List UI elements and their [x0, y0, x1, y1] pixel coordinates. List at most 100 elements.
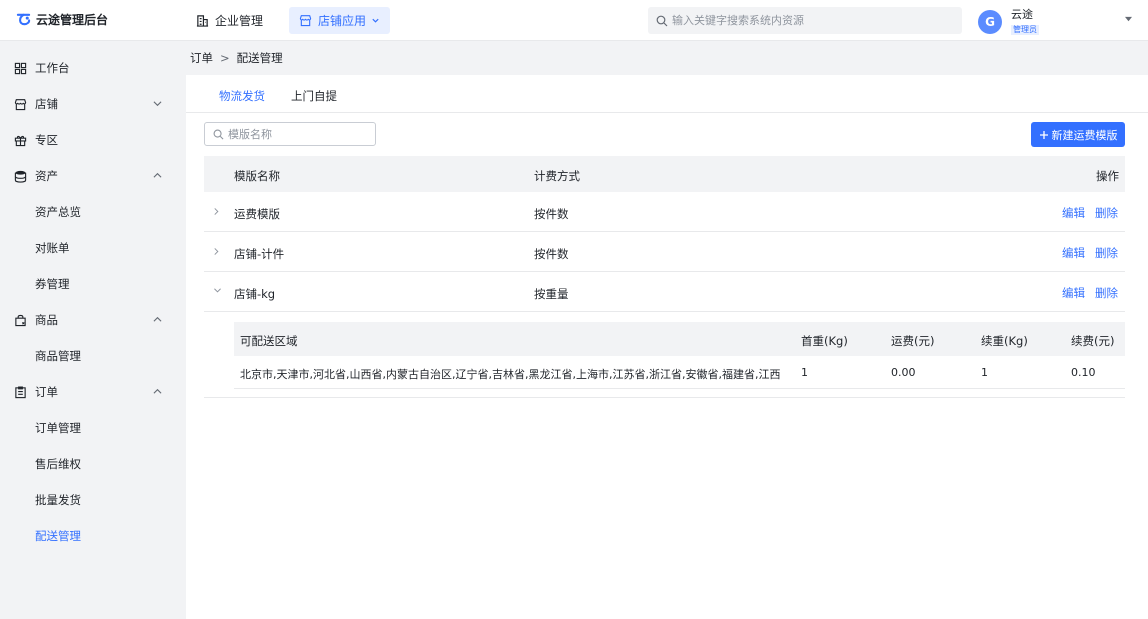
sidebar-item-label: 工作台 — [35, 61, 70, 75]
plus-icon — [1039, 130, 1048, 139]
user-menu[interactable]: G 云途 管理员 — [978, 8, 1039, 35]
chevron-up-icon — [153, 172, 162, 178]
sidebar-sub-label: 订单管理 — [35, 421, 81, 435]
store-icon — [299, 15, 312, 27]
chevron-down-icon — [372, 18, 379, 23]
topnav-store-apps-label: 店铺应用 — [318, 14, 367, 28]
chevron-up-icon — [153, 388, 162, 394]
row-billing: 按重量 — [534, 287, 569, 301]
topnav-store-apps[interactable]: 店铺应用 — [289, 7, 391, 34]
row-template-name: 店铺-kg — [234, 287, 276, 301]
edit-link[interactable]: 编辑 — [1062, 245, 1085, 261]
table-row: 店铺-kg 按重量 编辑 删除 — [204, 272, 1125, 312]
sidebar-sub-order-manage[interactable]: 订单管理 — [0, 410, 186, 446]
breadcrumb-current: 配送管理 — [236, 51, 283, 65]
delete-link[interactable]: 删除 — [1095, 205, 1118, 221]
sidebar-sub-after-sale[interactable]: 售后维权 — [0, 446, 186, 482]
sidebar-sub-label: 对账单 — [35, 241, 70, 255]
detail-extra-weight: 1 — [981, 366, 988, 379]
grid-icon — [14, 62, 27, 74]
chevron-right-icon[interactable] — [213, 207, 220, 216]
top-nav: 企业管理 店铺应用 — [186, 7, 406, 34]
detail-extra-fee: 0.10 — [1071, 366, 1096, 379]
sidebar-sub-label: 商品管理 — [35, 349, 81, 363]
user-info: 云途 管理员 — [1011, 8, 1039, 35]
sidebar-item-label: 商品 — [35, 313, 58, 327]
table-row: 运费模版 按件数 编辑 删除 — [204, 192, 1125, 232]
row-billing: 按件数 — [534, 207, 569, 221]
detail-region: 北京市,天津市,河北省,山西省,内蒙古自治区,辽宁省,吉林省,黑龙江省,上海市,… — [240, 368, 780, 381]
search-input[interactable] — [672, 14, 952, 27]
sidebar: 工作台 店铺 专区 资产 资产总览 对账单 券管理 商品 商品管理 订单 订单管… — [0, 41, 186, 619]
top-bar: 云途管理后台 企业管理 店铺应用 G 云途 管理员 — [0, 0, 1148, 41]
building-icon — [196, 15, 209, 27]
detail-header: 可配送区域 首重(Kg) 运费(元) 续重(Kg) 续费(元) — [234, 322, 1125, 356]
chevron-right-icon[interactable] — [213, 247, 220, 256]
sidebar-sub-goods-manage[interactable]: 商品管理 — [0, 338, 186, 374]
topnav-enterprise-label: 企业管理 — [215, 14, 264, 28]
row-billing: 按件数 — [534, 247, 569, 261]
breadcrumb-parent[interactable]: 订单 — [190, 50, 213, 66]
app-logo[interactable]: 云途管理后台 — [16, 11, 108, 28]
chevron-down-icon — [153, 101, 162, 107]
shop-icon — [14, 98, 27, 110]
user-name: 云途 — [1011, 8, 1033, 21]
tab-logistics[interactable]: 物流发货 — [219, 88, 265, 104]
table-row: 店铺-计件 按件数 编辑 删除 — [204, 232, 1125, 272]
global-search[interactable] — [648, 7, 962, 34]
sidebar-sub-label: 售后维权 — [35, 457, 81, 471]
logo-icon — [16, 13, 31, 26]
bag-icon — [15, 314, 26, 326]
topnav-enterprise[interactable]: 企业管理 — [186, 7, 273, 34]
row-template-name: 运费模版 — [234, 207, 280, 221]
detail-first-weight: 1 — [801, 366, 808, 379]
tab-bar: 物流发货 上门自提 — [186, 75, 1148, 113]
tab-pickup[interactable]: 上门自提 — [291, 88, 337, 104]
search-icon — [213, 129, 224, 139]
new-template-button[interactable]: 新建运费模版 — [1031, 122, 1125, 147]
detail-row: 北京市,天津市,河北省,山西省,内蒙古自治区,辽宁省,吉林省,黑龙江省,上海市,… — [234, 356, 1125, 389]
sidebar-item-label: 专区 — [35, 133, 58, 147]
sidebar-sub-label: 配送管理 — [35, 529, 81, 543]
caret-down-icon[interactable] — [1124, 16, 1133, 23]
row-template-name: 店铺-计件 — [234, 247, 285, 261]
sidebar-item-label: 资产 — [35, 169, 58, 183]
expanded-detail: 可配送区域 首重(Kg) 运费(元) 续重(Kg) 续费(元) 北京市,天津市,… — [204, 313, 1125, 398]
template-name-input[interactable] — [228, 127, 368, 141]
sidebar-sub-label: 资产总览 — [35, 205, 81, 219]
delete-link[interactable]: 删除 — [1095, 285, 1118, 301]
sidebar-item-zone[interactable]: 专区 — [0, 122, 186, 158]
sidebar-item-shop[interactable]: 店铺 — [0, 86, 186, 122]
col-extra-weight: 续重(Kg) — [981, 334, 1028, 348]
new-template-label: 新建运费模版 — [1051, 129, 1118, 142]
sidebar-sub-coupons[interactable]: 券管理 — [0, 266, 186, 302]
sidebar-sub-statement[interactable]: 对账单 — [0, 230, 186, 266]
search-icon — [656, 15, 668, 26]
sidebar-sub-asset-overview[interactable]: 资产总览 — [0, 194, 186, 230]
sidebar-item-workbench[interactable]: 工作台 — [0, 50, 186, 86]
table-header: 模版名称 计费方式 操作 — [204, 156, 1125, 192]
app-title: 云途管理后台 — [36, 13, 109, 27]
user-role-badge: 管理员 — [1011, 25, 1039, 35]
breadcrumb-separator: > — [220, 51, 230, 65]
sidebar-item-orders[interactable]: 订单 — [0, 374, 186, 410]
col-fee: 运费(元) — [891, 334, 935, 348]
edit-link[interactable]: 编辑 — [1062, 285, 1085, 301]
col-first-weight: 首重(Kg) — [801, 334, 848, 348]
sidebar-item-label: 订单 — [35, 385, 58, 399]
sidebar-item-label: 店铺 — [35, 97, 58, 111]
sidebar-sub-batch-ship[interactable]: 批量发货 — [0, 482, 186, 518]
sidebar-sub-label: 券管理 — [35, 277, 70, 291]
delete-link[interactable]: 删除 — [1095, 245, 1118, 261]
sidebar-sub-delivery[interactable]: 配送管理 — [0, 518, 186, 554]
avatar[interactable]: G — [978, 9, 1002, 34]
sidebar-item-goods[interactable]: 商品 — [0, 302, 186, 338]
gift-icon — [14, 135, 27, 146]
database-icon — [14, 170, 27, 183]
col-billing: 计费方式 — [534, 169, 580, 183]
edit-link[interactable]: 编辑 — [1062, 205, 1085, 221]
chevron-down-icon[interactable] — [213, 287, 222, 294]
chevron-up-icon — [153, 316, 162, 322]
sidebar-item-assets[interactable]: 资产 — [0, 158, 186, 194]
template-name-filter[interactable] — [204, 122, 376, 146]
